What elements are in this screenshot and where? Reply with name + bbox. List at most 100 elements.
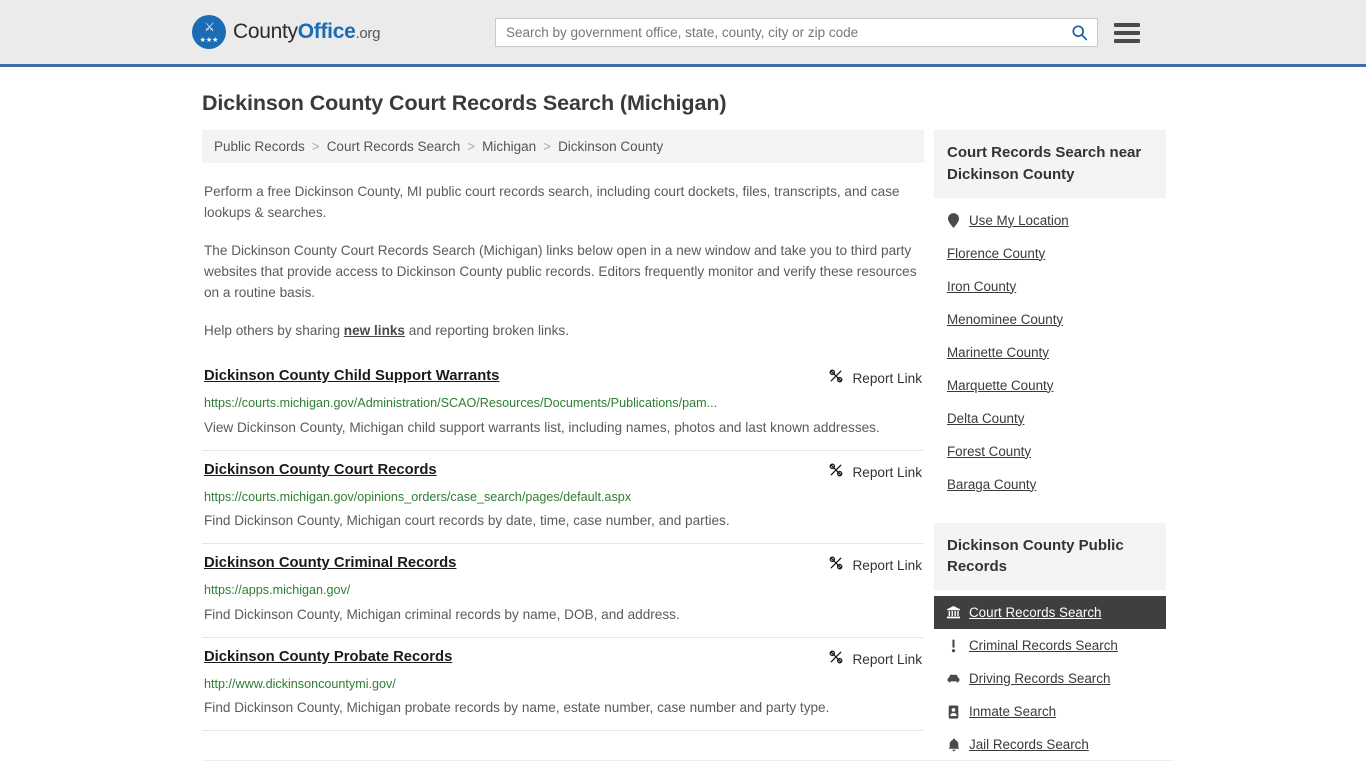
sidebar-item-marquette-county[interactable]: Marquette County: [934, 369, 1166, 402]
intro-p3-before: Help others by sharing: [204, 323, 344, 339]
logo-bold: Office: [297, 20, 356, 43]
sidebar-item-label: Marinette County: [947, 344, 1049, 360]
intro-text: Perform a free Dickinson County, MI publ…: [202, 181, 924, 341]
sidebar-item-label: Iron County: [947, 278, 1017, 294]
result-item: Dickinson County Criminal Records Report…: [202, 544, 924, 638]
new-links-link[interactable]: new links: [344, 323, 405, 338]
sidebar-item-forest-county[interactable]: Forest County: [934, 435, 1166, 468]
result-description: Find Dickinson County, Michigan probate …: [204, 700, 830, 715]
search-box[interactable]: [495, 18, 1098, 47]
map-pin-icon: [947, 212, 960, 228]
result-description: Find Dickinson County, Michigan court re…: [204, 513, 730, 529]
sidebar-item-menominee-county[interactable]: Menominee County: [934, 303, 1166, 336]
content-row: Public Records > Court Records Search > …: [202, 130, 1174, 761]
report-link-button[interactable]: Report Link: [828, 648, 922, 670]
breadcrumb-item-michigan[interactable]: Michigan: [482, 139, 536, 154]
exclamation-icon: [947, 638, 960, 653]
sidebar-item-label: Driving Records Search: [969, 671, 1111, 686]
intro-paragraph-3: Help others by sharing new links and rep…: [204, 320, 922, 341]
sidebar-item-label: Baraga County: [947, 476, 1037, 492]
broken-link-icon: [828, 462, 844, 483]
result-header: Dickinson County Court Records Report Li…: [204, 461, 922, 483]
result-item: Dickinson County Probate Records Report …: [202, 638, 924, 732]
result-url: http://www.dickinsoncountymi.gov/: [204, 676, 396, 691]
car-icon: [947, 673, 960, 684]
header-search-area: [495, 18, 1140, 47]
hamburger-menu-icon[interactable]: [1114, 22, 1140, 43]
report-link-button[interactable]: Report Link: [828, 554, 922, 576]
breadcrumb-item-court-records-search[interactable]: Court Records Search: [327, 139, 461, 154]
logo-prefix: County: [233, 20, 298, 43]
broken-link-icon: [828, 649, 844, 670]
sidebar-item-label: Delta County: [947, 410, 1025, 426]
main-column: Public Records > Court Records Search > …: [202, 130, 924, 732]
sidebar-item-criminal-records-search[interactable]: Criminal Records Search: [934, 629, 1166, 662]
sidebar-nearby-title: Court Records Search near Dickinson Coun…: [934, 130, 1166, 198]
bottom-divider: [202, 760, 1174, 761]
sidebar-item-label: Inmate Search: [969, 704, 1057, 719]
page-body: Dickinson County Court Records Search (M…: [0, 91, 1366, 761]
logo-suffix: .org: [355, 25, 381, 42]
breadcrumb-separator: >: [467, 139, 476, 154]
results-list: Dickinson County Child Support Warrants …: [202, 361, 924, 732]
sidebar-item-label: Criminal Records Search: [969, 638, 1118, 653]
sidebar-item-florence-county[interactable]: Florence County: [934, 237, 1166, 270]
search-icon[interactable]: [1069, 23, 1089, 43]
result-title-link[interactable]: Dickinson County Criminal Records: [204, 554, 456, 573]
sidebar-item-baraga-county[interactable]: Baraga County: [934, 468, 1166, 501]
breadcrumb-separator: >: [543, 139, 552, 154]
result-header: Dickinson County Child Support Warrants …: [204, 367, 922, 389]
site-header: ⚔ ★★★ CountyOffice.org: [0, 0, 1366, 67]
sidebar-item-court-records-search[interactable]: Court Records Search: [934, 596, 1166, 629]
result-url: https://courts.michigan.gov/Administrati…: [204, 396, 718, 411]
bank-building-icon: [947, 606, 960, 619]
bell-icon: [947, 737, 960, 752]
sidebar-item-label: Menominee County: [947, 311, 1064, 327]
sidebar-item-marinette-county[interactable]: Marinette County: [934, 336, 1166, 369]
search-input[interactable]: [504, 24, 1069, 41]
result-description: View Dickinson County, Michigan child su…: [204, 419, 880, 435]
sidebar-item-use-my-location[interactable]: Use My Location: [934, 204, 1166, 237]
eagle-shield-logo-icon: ⚔ ★★★: [192, 15, 226, 49]
logo-wordmark: CountyOffice.org: [233, 20, 380, 44]
sidebar-item-label: Florence County: [947, 245, 1046, 261]
intro-p3-after: and reporting broken links.: [405, 323, 569, 339]
result-item: Dickinson County Court Records Report Li…: [202, 451, 924, 545]
result-header: Dickinson County Criminal Records Report…: [204, 554, 922, 576]
intro-paragraph-1: Perform a free Dickinson County, MI publ…: [204, 184, 900, 221]
result-title-link[interactable]: Dickinson County Child Support Warrants: [204, 367, 499, 386]
report-link-label: Report Link: [852, 464, 922, 480]
sidebar-item-driving-records-search[interactable]: Driving Records Search: [934, 662, 1166, 695]
report-link-label: Report Link: [852, 651, 922, 667]
result-header: Dickinson County Probate Records Report …: [204, 648, 922, 670]
breadcrumb-item-dickinson-county[interactable]: Dickinson County: [558, 139, 663, 154]
hamburger-bar: [1114, 30, 1140, 35]
result-title-link[interactable]: Dickinson County Court Records: [204, 461, 437, 480]
breadcrumb-item-public-records[interactable]: Public Records: [214, 139, 305, 154]
result-title-link[interactable]: Dickinson County Probate Records: [204, 648, 452, 667]
sidebar-public-records-title: Dickinson County Public Records: [934, 522, 1166, 590]
report-link-button[interactable]: Report Link: [828, 461, 922, 483]
sidebar-public-records-section: Dickinson County Public Records Court Re…: [934, 522, 1166, 762]
sidebar-item-label: Marquette County: [947, 377, 1054, 393]
sidebar-item-inmate-search[interactable]: Inmate Search: [934, 695, 1166, 728]
sidebar-item-label: Court Records Search: [969, 605, 1102, 620]
breadcrumb: Public Records > Court Records Search > …: [202, 130, 924, 163]
report-link-button[interactable]: Report Link: [828, 367, 922, 389]
sidebar-item-delta-county[interactable]: Delta County: [934, 402, 1166, 435]
broken-link-icon: [828, 555, 844, 576]
hamburger-bar: [1114, 22, 1140, 27]
sidebar-item-label: Forest County: [947, 443, 1032, 459]
sidebar: Court Records Search near Dickinson Coun…: [934, 130, 1166, 761]
report-link-label: Report Link: [852, 371, 922, 387]
site-logo[interactable]: ⚔ ★★★ CountyOffice.org: [192, 15, 380, 49]
report-link-label: Report Link: [852, 558, 922, 574]
result-description: Find Dickinson County, Michigan criminal…: [204, 606, 680, 622]
sidebar-item-label: Jail Records Search: [969, 737, 1089, 752]
result-url: https://apps.michigan.gov/: [204, 583, 351, 598]
hamburger-bar: [1114, 38, 1140, 43]
page-title: Dickinson County Court Records Search (M…: [202, 91, 727, 115]
sidebar-item-jail-records-search[interactable]: Jail Records Search: [934, 728, 1166, 761]
result-url: https://courts.michigan.gov/opinions_ord…: [204, 489, 632, 504]
sidebar-item-iron-county[interactable]: Iron County: [934, 270, 1166, 303]
